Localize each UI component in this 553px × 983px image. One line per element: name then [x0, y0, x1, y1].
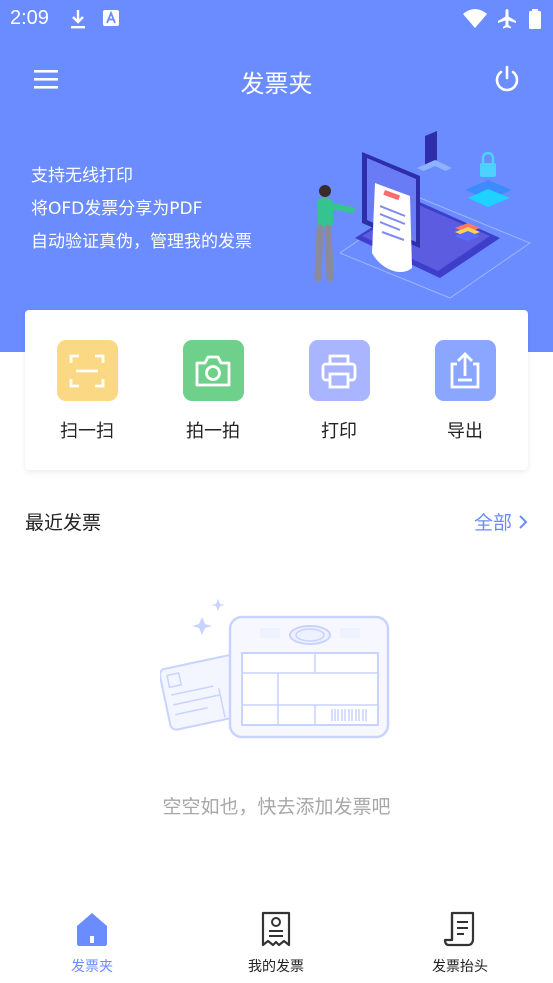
print-button[interactable]: 打印: [289, 340, 389, 443]
invoice-header-icon: [443, 911, 475, 947]
tab-my-invoices[interactable]: 我的发票: [206, 910, 346, 976]
tab-label: 发票夹: [71, 959, 113, 975]
hero-line: 支持无线打印: [31, 166, 133, 186]
tab-label: 发票抬头: [432, 959, 488, 975]
photo-button[interactable]: 拍一拍: [163, 340, 263, 443]
photo-tile: [182, 340, 244, 401]
action-label: 打印: [321, 421, 357, 442]
printer-icon: [321, 354, 357, 388]
bottom-tab-bar: 发票夹 我的发票 发票抬头: [0, 900, 553, 983]
view-all-label: 全部: [473, 512, 512, 534]
tab-invoice-header[interactable]: 发票抬头: [390, 910, 530, 976]
hero-line: 将OFD发票分享为PDF: [31, 199, 203, 219]
quick-actions-card: 扫一扫 拍一拍 打印 导出: [25, 310, 528, 470]
tab-label: 我的发票: [248, 959, 304, 975]
font-a-icon: [103, 10, 119, 26]
power-icon[interactable]: [492, 64, 522, 94]
wifi-icon: [463, 9, 487, 28]
view-all-link[interactable]: 全部: [474, 508, 528, 535]
page-title: 发票夹: [240, 70, 313, 98]
action-label: 扫一扫: [60, 421, 114, 442]
scan-button[interactable]: 扫一扫: [37, 340, 137, 443]
laptop-invoice-illustration: [314, 131, 532, 299]
download-icon: [71, 10, 85, 29]
action-label: 导出: [447, 421, 483, 442]
hero-line: 自动验证真伪，管理我的发票: [31, 232, 252, 252]
invoice-icon: [261, 911, 291, 947]
tab-invoice-folder[interactable]: 发票夹: [22, 910, 162, 976]
home-icon: [77, 913, 107, 946]
export-tile: [434, 340, 496, 401]
status-time: 2:09: [10, 7, 49, 29]
empty-invoice-illustration: [160, 599, 390, 739]
battery-icon: [529, 9, 541, 29]
print-tile: [308, 340, 370, 401]
hero-feature-list: 支持无线打印 将OFD发票分享为PDF 自动验证真伪，管理我的发票: [31, 160, 252, 259]
action-label: 拍一拍: [186, 421, 240, 442]
scan-tile: [56, 340, 118, 401]
export-icon: [450, 351, 480, 388]
camera-icon: [195, 355, 231, 386]
recent-invoices-title: 最近发票: [25, 512, 102, 534]
empty-state-message: 空空如也，快去添加发票吧: [162, 796, 391, 818]
airplane-icon: [498, 9, 516, 29]
export-button[interactable]: 导出: [415, 340, 515, 443]
scan-icon: [69, 354, 105, 387]
app-bar: 发票夹: [0, 50, 553, 110]
chevron-right-icon: [519, 514, 528, 529]
status-bar: 2:09: [0, 0, 553, 38]
